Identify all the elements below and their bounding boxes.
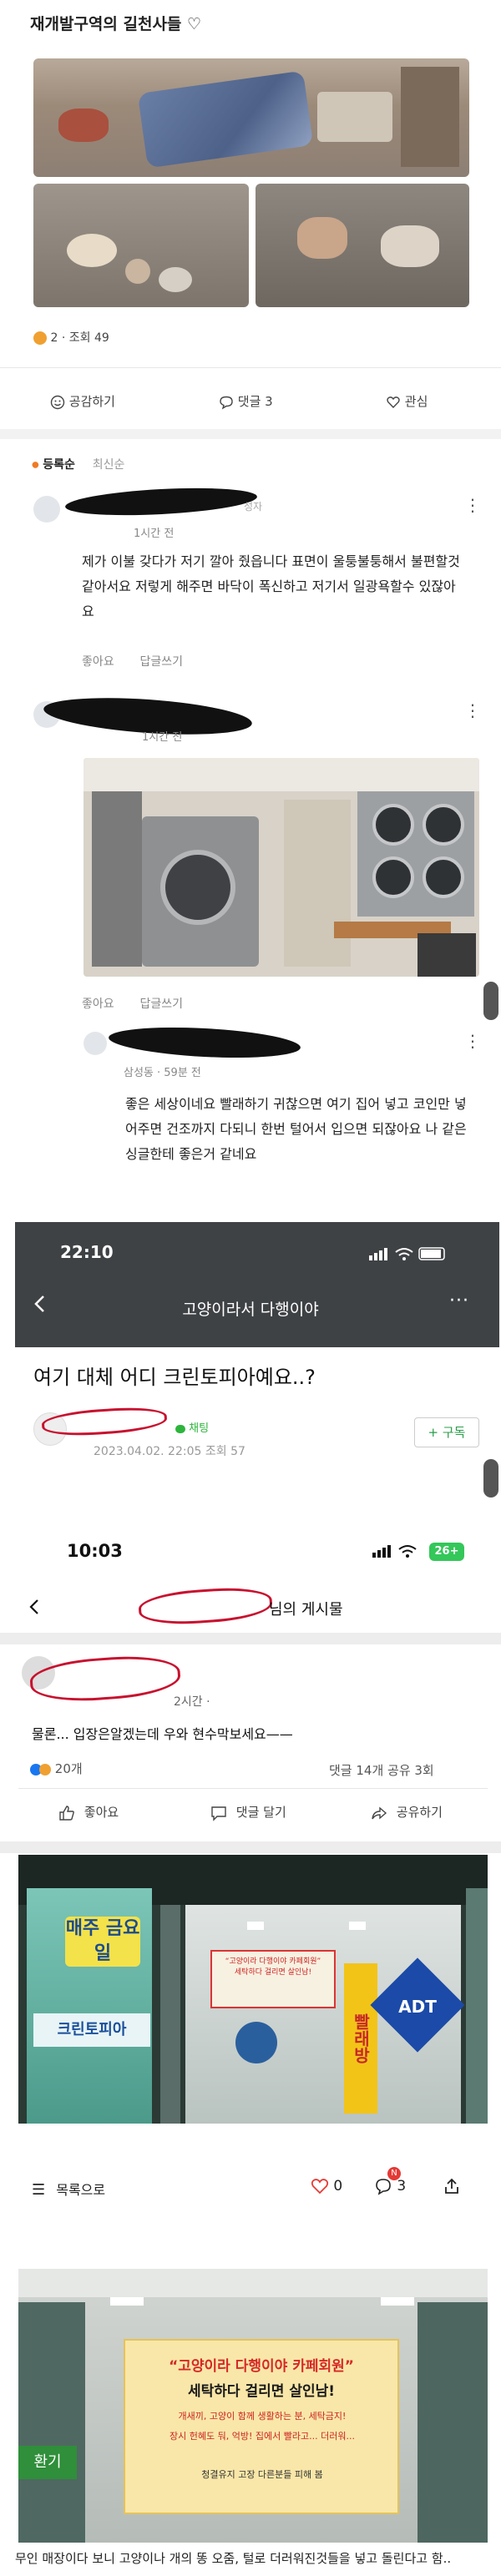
fb-share-button[interactable]: 공유하기 bbox=[371, 1803, 443, 1821]
more-options-icon[interactable]: ⋮ bbox=[464, 702, 481, 719]
redaction-scribble bbox=[108, 1023, 301, 1062]
comment-time: 1시간 전 bbox=[142, 731, 183, 744]
like-emoji-icon bbox=[33, 331, 47, 345]
thumbs-up-icon bbox=[59, 1805, 74, 1821]
shot1-post-title: 여기 대체 어디 크린토피아예요..? bbox=[33, 1366, 316, 1389]
status-icons bbox=[372, 1543, 431, 1563]
subscribe-button[interactable]: + 구독 bbox=[414, 1417, 479, 1447]
post-meta: 2023.04.02. 22:05 조회 57 bbox=[94, 1445, 245, 1458]
battery-indicator: 26+ bbox=[429, 1543, 464, 1561]
store-sign-friday: 매주 금요일 bbox=[65, 1917, 140, 1967]
new-badge: N bbox=[387, 2167, 401, 2180]
sort-latest[interactable]: 최신순 bbox=[93, 458, 125, 472]
like-count: 2 bbox=[50, 331, 58, 345]
view-count: · 조회 49 bbox=[61, 331, 109, 345]
comment-like-button[interactable]: 좋아요 bbox=[82, 655, 114, 669]
comment-icon bbox=[376, 2179, 391, 2195]
comment-text: 제가 이불 갖다가 저기 깔아 줬읍니다 표면이 울퉁불퉁해서 불편할것 같아서… bbox=[82, 553, 460, 619]
post-photo-main[interactable] bbox=[33, 58, 469, 177]
reactions-summary[interactable]: 20개 bbox=[30, 1760, 83, 1777]
comments-shares-count[interactable]: 댓글 14개 공유 3회 bbox=[329, 1761, 434, 1779]
post-photo-cats-2[interactable] bbox=[256, 184, 469, 307]
banner-small2: 장시 헌혜도 둬, 억방! 집에서 빨라고... 더러워... bbox=[170, 2431, 355, 2442]
nav-title: 님의 게시물 bbox=[269, 1601, 343, 1619]
comment-time: 1시간 전 bbox=[134, 528, 175, 540]
sort-registered[interactable]: 등록순 bbox=[43, 458, 75, 472]
comment-actions: 좋아요 답글쓰기 bbox=[82, 653, 183, 669]
fb-like-button[interactable]: 좋아요 bbox=[58, 1803, 119, 1821]
scroll-indicator[interactable] bbox=[483, 982, 498, 1020]
interest-button[interactable]: 관심 bbox=[386, 392, 428, 410]
angry-reaction-icon bbox=[39, 1763, 51, 1775]
fb-comment-button[interactable]: 댓글 달기 bbox=[210, 1803, 286, 1821]
toolbar-comments[interactable]: 3 bbox=[374, 2177, 406, 2195]
redaction-scribble bbox=[28, 1652, 182, 1705]
caption-text: 무인 매장이다 보니 고양이나 개의 똥 오줌, 털로 더러워진것들을 넣고 돌… bbox=[15, 2551, 452, 2566]
comment-sort: ● 등록순 최신순 bbox=[32, 458, 125, 472]
adt-sign: ADT bbox=[398, 1997, 437, 2017]
banner-photo[interactable]: 환기 “고양이라 다행이야 카페회원” 세탁하다 걸리면 살인남! 개새끼, 고… bbox=[18, 2269, 488, 2543]
toolbar-like[interactable]: 0 bbox=[311, 2177, 342, 2195]
post-text: 물론... 입장은알겠는데 우와 현수막보세요—— bbox=[32, 1726, 293, 1742]
comment-actions: 좋아요 답글쓰기 bbox=[82, 995, 183, 1012]
avatar[interactable] bbox=[84, 1032, 107, 1055]
more-options-icon[interactable]: ⋮ bbox=[464, 1033, 481, 1049]
back-icon[interactable] bbox=[27, 1598, 42, 1619]
comment-location-time: 삼성동 · 59분 전 bbox=[124, 1067, 201, 1079]
share-icon bbox=[372, 1806, 387, 1820]
banner-line2: 세탁하다 걸리면 살인남! bbox=[188, 2383, 335, 2400]
warning-banner-small: “고양이라 다행이야 카페회원” 세탁하다 걸리면 살인남! bbox=[210, 1950, 336, 2008]
post-stats: 2 · 조회 49 bbox=[33, 329, 109, 346]
comment-icon bbox=[211, 1806, 226, 1821]
status-time: 10:03 bbox=[67, 1541, 123, 1561]
chat-icon bbox=[175, 1424, 185, 1433]
post-title: 재개발구역의 길천사들 ♡ bbox=[30, 15, 202, 33]
banner-small1: 개새끼, 고양이 함께 생활하는 분, 세탁금지! bbox=[178, 2411, 347, 2422]
redaction-scribble bbox=[137, 1584, 274, 1628]
more-options-icon[interactable]: ⋮ bbox=[464, 497, 481, 513]
laundromat-photo[interactable] bbox=[84, 758, 479, 977]
banner-line1: “고양이라 다행이야 카페회원” bbox=[169, 2358, 354, 2375]
comment-text: 좋은 세상이네요 빨래하기 귀찮으면 여기 집어 넣고 코인만 넣어주면 건조까… bbox=[125, 1096, 467, 1162]
post-photo-cats[interactable] bbox=[33, 184, 249, 307]
badge: 성자 bbox=[244, 501, 263, 513]
share-icon[interactable] bbox=[443, 2177, 461, 2199]
comment-reply-button[interactable]: 답글쓰기 bbox=[140, 998, 184, 1011]
comment-like-button[interactable]: 좋아요 bbox=[82, 998, 114, 1011]
redaction-scribble bbox=[41, 1404, 168, 1439]
post-time: 2시간 · bbox=[174, 1695, 210, 1709]
scroll-indicator[interactable] bbox=[483, 1459, 498, 1498]
comment-button[interactable]: 댓글 3 bbox=[219, 392, 273, 410]
smile-icon bbox=[50, 395, 65, 409]
status-icons bbox=[369, 1245, 453, 1265]
heart-icon bbox=[311, 2179, 329, 2195]
heart-icon bbox=[387, 396, 400, 408]
redaction-scribble bbox=[64, 484, 258, 519]
chat-label[interactable]: 채팅 bbox=[175, 1419, 209, 1435]
comment-icon bbox=[220, 396, 233, 410]
store-sign: 크린토피아 bbox=[33, 2013, 150, 2047]
status-time: 22:10 bbox=[60, 1242, 114, 1262]
green-label: 환기 bbox=[18, 2446, 77, 2479]
banner-small3: 청결유지 고장 다른분들 피해 봄 bbox=[201, 2469, 323, 2480]
list-icon: ☰ bbox=[32, 2181, 46, 2199]
avatar[interactable] bbox=[33, 496, 60, 523]
nav-title: 고양이라서 다행이야 bbox=[182, 1301, 319, 1319]
empathy-button[interactable]: 공감하기 bbox=[50, 392, 115, 410]
back-to-list-button[interactable]: ☰ 목록으로 bbox=[32, 2179, 105, 2199]
more-icon[interactable]: ··· bbox=[449, 1291, 469, 1311]
store-photo[interactable]: 매주 금요일 크린토피아 “고양이라 다행이야 카페회원” 세탁하다 걸리면 살… bbox=[18, 1855, 488, 2124]
vertical-sign: 빨래방 bbox=[344, 1963, 377, 2114]
comment-reply-button[interactable]: 답글쓰기 bbox=[140, 655, 184, 669]
